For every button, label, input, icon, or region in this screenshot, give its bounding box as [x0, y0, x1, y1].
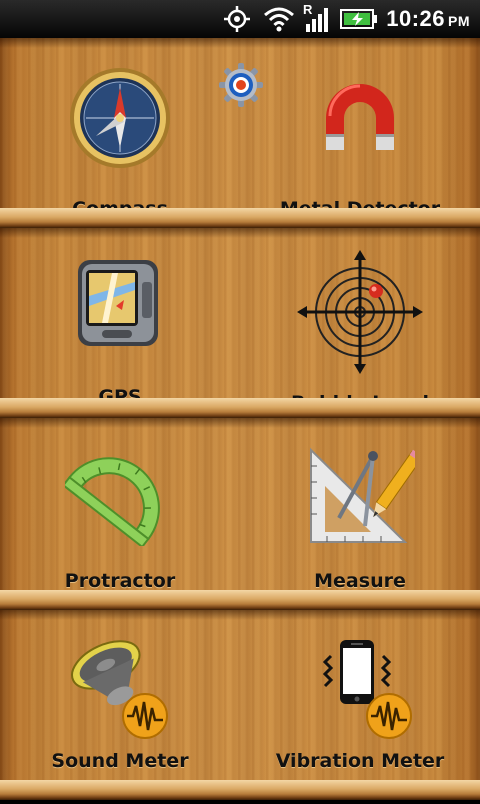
- protractor-label: Protractor: [64, 570, 176, 592]
- bubble-level-app[interactable]: Bubble Level: [260, 250, 460, 420]
- wifi-icon: [263, 5, 295, 37]
- sound-meter-label: Sound Meter: [51, 750, 189, 772]
- shelf-ledge: [0, 590, 480, 610]
- measure-app[interactable]: Measure: [260, 442, 460, 612]
- gear-icon[interactable]: [218, 62, 264, 112]
- shelf-background: Compass Metal De: [0, 38, 480, 800]
- protractor-app[interactable]: Protractor: [20, 442, 220, 612]
- shelf-ledge: [0, 208, 480, 228]
- compass-icon: [68, 66, 172, 174]
- drafting-tools-icon: [305, 446, 423, 550]
- sound-meter-app[interactable]: Sound Meter: [20, 634, 220, 804]
- shelf-ledge: [0, 780, 480, 800]
- status-bar: R 10:26 PM: [0, 0, 480, 38]
- measure-label: Measure: [314, 570, 406, 592]
- gps-target-icon: [222, 5, 252, 37]
- battery-charging-icon: [340, 8, 378, 34]
- vibrating-phone-icon: [305, 634, 415, 748]
- magnet-icon: [320, 78, 400, 162]
- target-level-icon: [295, 250, 425, 378]
- protractor-icon: [61, 442, 175, 550]
- clock: 10:26 PM: [386, 6, 470, 31]
- metal-detector-app[interactable]: Metal Detector: [260, 58, 460, 228]
- gps-device-icon: [72, 256, 168, 360]
- vibration-meter-app[interactable]: Vibration Meter: [260, 634, 460, 804]
- gps-app[interactable]: GPS: [20, 250, 220, 420]
- signal-roaming-icon: R: [302, 2, 332, 38]
- svg-text:R: R: [303, 2, 313, 17]
- shelf-ledge: [0, 398, 480, 418]
- speaker-icon: [65, 634, 175, 748]
- compass-app[interactable]: Compass: [20, 58, 220, 228]
- vibration-meter-label: Vibration Meter: [275, 750, 445, 772]
